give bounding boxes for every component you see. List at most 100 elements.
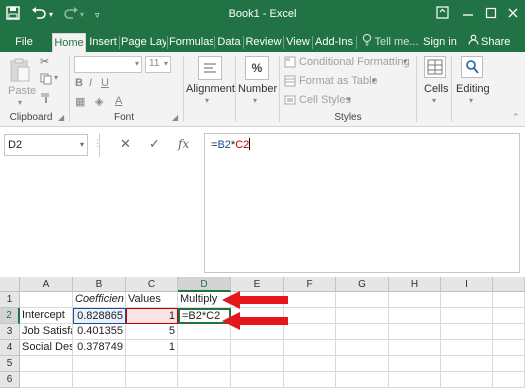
cell-a3[interactable]: Job Satisfa <box>20 324 73 340</box>
cells-icon[interactable] <box>424 56 446 78</box>
cell-b1[interactable]: Coefficien <box>73 292 126 308</box>
paste-label[interactable]: Paste <box>8 85 36 97</box>
number-dropdown-icon[interactable]: ▾ <box>253 96 257 105</box>
cell-f5[interactable] <box>284 356 336 372</box>
tell-me-search[interactable]: Tell me... <box>374 33 419 52</box>
cell-h5[interactable] <box>389 356 441 372</box>
cell-c5[interactable] <box>126 356 178 372</box>
cell-i2[interactable] <box>441 308 493 324</box>
cell-f3[interactable] <box>284 324 336 340</box>
cell-b6[interactable] <box>73 372 126 388</box>
cell-g6[interactable] <box>336 372 389 388</box>
number-label[interactable]: Number <box>238 83 277 95</box>
font-name-dropdown[interactable]: ▾ <box>74 56 142 73</box>
cells-label[interactable]: Cells <box>424 83 448 95</box>
cells-dropdown-icon[interactable]: ▾ <box>432 96 436 105</box>
maximize-icon[interactable] <box>485 6 497 24</box>
cell-a1[interactable] <box>20 292 73 308</box>
minimize-icon[interactable] <box>462 6 474 24</box>
close-icon[interactable] <box>507 6 519 24</box>
row-header-5[interactable]: 5 <box>0 356 20 372</box>
format-painter-icon[interactable] <box>40 92 52 107</box>
row-header-2[interactable]: 2 <box>0 308 20 324</box>
font-color-icon[interactable]: A <box>115 95 122 107</box>
cell-e5[interactable] <box>231 356 284 372</box>
font-launcher-icon[interactable]: ◢ <box>172 113 178 122</box>
confirm-entry-icon[interactable]: ✓ <box>149 137 160 151</box>
name-box[interactable]: D2 ▾ <box>4 134 88 156</box>
cell-g4[interactable] <box>336 340 389 356</box>
cell-i4[interactable] <box>441 340 493 356</box>
copy-dropdown-icon[interactable]: ▾ <box>54 73 58 82</box>
cell-g1[interactable] <box>336 292 389 308</box>
format-as-table-icon[interactable] <box>284 75 296 90</box>
column-header-next[interactable] <box>493 277 525 292</box>
cell-a6[interactable] <box>20 372 73 388</box>
fill-color-icon[interactable]: ◈ <box>95 95 103 108</box>
conditional-formatting-button[interactable]: Conditional Formatting <box>299 56 410 68</box>
collapse-ribbon-icon[interactable]: ⌃ <box>512 112 520 123</box>
column-header-i[interactable]: I <box>441 277 493 292</box>
format-as-table-button[interactable]: Format as Table <box>299 75 378 87</box>
conditional-formatting-dropdown-icon[interactable]: ▾ <box>403 57 407 66</box>
cell-h1[interactable] <box>389 292 441 308</box>
alignment-label[interactable]: Alignment <box>186 83 235 95</box>
cell-f6[interactable] <box>284 372 336 388</box>
cell-d5[interactable] <box>178 356 231 372</box>
cell-d6[interactable] <box>178 372 231 388</box>
insert-function-icon[interactable]: fx <box>178 137 189 151</box>
sign-in-link[interactable]: Sign in <box>423 33 457 52</box>
cell-a4[interactable]: Social Des <box>20 340 73 356</box>
underline-icon[interactable]: U <box>101 77 109 89</box>
editing-label[interactable]: Editing <box>456 83 490 95</box>
bold-icon[interactable]: B <box>75 77 83 89</box>
cell-g3[interactable] <box>336 324 389 340</box>
tab-view[interactable]: View <box>285 33 311 52</box>
column-header-e[interactable]: E <box>231 277 284 292</box>
cell-c1[interactable]: Values <box>126 292 178 308</box>
tab-insert[interactable]: Insert <box>88 33 118 52</box>
tab-data[interactable]: Data <box>216 33 242 52</box>
conditional-formatting-icon[interactable] <box>284 56 296 71</box>
cell-i5[interactable] <box>441 356 493 372</box>
column-header-f[interactable]: F <box>284 277 336 292</box>
cancel-entry-icon[interactable]: ✕ <box>120 137 131 151</box>
number-format-icon[interactable]: % <box>245 56 269 80</box>
cell-c6[interactable] <box>126 372 178 388</box>
cell-j5[interactable] <box>493 356 525 372</box>
cell-styles-button[interactable]: Cell Styles <box>299 94 351 106</box>
cell-b2[interactable]: 0.828865 <box>73 308 126 324</box>
column-header-a[interactable]: A <box>20 277 73 292</box>
column-header-c[interactable]: C <box>126 277 178 292</box>
cell-b4[interactable]: 0.378749 <box>73 340 126 356</box>
cell-b3[interactable]: 0.401355 <box>73 324 126 340</box>
cell-f2[interactable] <box>284 308 336 324</box>
cell-h3[interactable] <box>389 324 441 340</box>
worksheet-grid[interactable]: A B C D E F G H I 1 2 3 4 5 6 Coefficien… <box>0 277 525 391</box>
tab-add-ins[interactable]: Add-Ins <box>314 33 354 52</box>
share-icon[interactable] <box>467 33 479 52</box>
cell-j2[interactable] <box>493 308 525 324</box>
cell-j6[interactable] <box>493 372 525 388</box>
cell-j1[interactable] <box>493 292 525 308</box>
cell-i6[interactable] <box>441 372 493 388</box>
format-as-table-dropdown-icon[interactable]: ▾ <box>372 76 376 85</box>
cell-styles-icon[interactable] <box>284 94 296 109</box>
copy-icon[interactable] <box>40 73 52 88</box>
cell-g2[interactable] <box>336 308 389 324</box>
row-header-6[interactable]: 6 <box>0 372 20 388</box>
cell-d4[interactable] <box>178 340 231 356</box>
tab-page-layout[interactable]: Page Layo <box>121 33 166 52</box>
cell-e6[interactable] <box>231 372 284 388</box>
row-header-3[interactable]: 3 <box>0 324 20 340</box>
cell-c2[interactable]: 1 <box>126 308 178 324</box>
alignment-icon[interactable] <box>198 56 222 80</box>
cell-h6[interactable] <box>389 372 441 388</box>
editing-icon[interactable] <box>461 56 483 78</box>
row-header-1[interactable]: 1 <box>0 292 20 308</box>
column-header-d[interactable]: D <box>178 277 231 292</box>
alignment-dropdown-icon[interactable]: ▾ <box>205 96 209 105</box>
share-button[interactable]: Share <box>481 33 513 52</box>
cell-f4[interactable] <box>284 340 336 356</box>
column-header-g[interactable]: G <box>336 277 389 292</box>
